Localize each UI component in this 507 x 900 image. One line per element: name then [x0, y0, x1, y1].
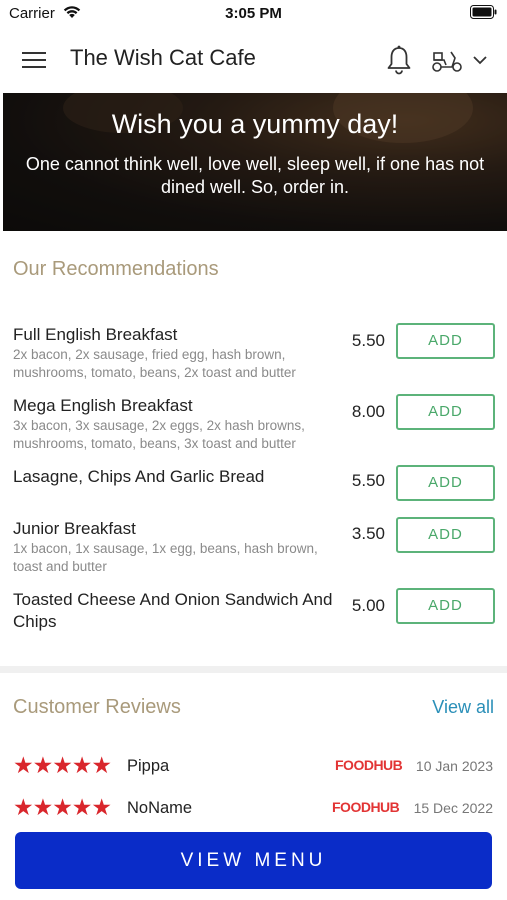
item-name: Full English Breakfast [13, 325, 178, 344]
item-name: Mega English Breakfast [13, 396, 193, 415]
item-name: Lasagne, Chips And Garlic Bread [13, 467, 265, 486]
item-price: 5.50 [351, 331, 385, 350]
star-icon: ★ [32, 795, 54, 821]
recommendations-title: Our Recommendations [13, 258, 219, 280]
foodhub-logo: FOODHUB [332, 799, 400, 815]
view-all-reviews-link[interactable]: View all [432, 697, 494, 718]
hero-banner: Wish you a yummy day! One cannot think w… [3, 93, 507, 231]
chevron-down-icon[interactable] [472, 53, 488, 67]
item-name: Junior Breakfast [13, 519, 136, 538]
review-date: 15 Dec 2022 [413, 800, 493, 816]
star-rating: ★★★★★ [13, 795, 112, 821]
item-price: 3.50 [351, 524, 385, 543]
add-button[interactable]: ADD [396, 588, 495, 624]
star-rating: ★★★★★ [13, 753, 112, 779]
view-menu-button[interactable]: VIEW MENU [15, 832, 492, 889]
reviews-title: Customer Reviews [13, 696, 181, 718]
app-header: The Wish Cat Cafe [0, 30, 507, 92]
section-divider [0, 666, 507, 673]
hamburger-menu-icon[interactable] [22, 49, 48, 71]
restaurant-title: The Wish Cat Cafe [70, 45, 256, 70]
item-description: 2x bacon, 2x sausage, fried egg, hash br… [13, 347, 296, 380]
star-icon: ★ [91, 753, 112, 779]
star-icon: ★ [13, 795, 34, 821]
status-bar: Carrier 3:05 PM [0, 0, 507, 30]
battery-icon [470, 5, 497, 19]
banner-tagline: One cannot think well, love well, sleep … [25, 154, 485, 197]
delivery-scooter-icon[interactable] [430, 46, 464, 74]
reviewer-name: Pippa [127, 757, 170, 775]
star-icon: ★ [52, 753, 73, 779]
item-price: 5.50 [351, 471, 385, 490]
add-button[interactable]: ADD [396, 465, 495, 501]
item-price: 5.00 [351, 596, 385, 615]
item-name: Toasted Cheese And Onion Sandwich And Ch… [13, 590, 333, 631]
add-button[interactable]: ADD [396, 323, 495, 359]
add-button[interactable]: ADD [396, 394, 495, 430]
banner-headline: Wish you a yummy day! [111, 109, 399, 139]
bell-icon[interactable] [385, 44, 413, 76]
clock: 3:05 PM [225, 5, 282, 22]
review-row: ★★★★★ NoName FOODHUB 15 Dec 2022 [0, 795, 507, 824]
star-icon: ★ [32, 753, 54, 779]
review-row: ★★★★★ Pippa FOODHUB 10 Jan 2023 [0, 753, 507, 782]
star-icon: ★ [91, 795, 112, 821]
review-date: 10 Jan 2023 [415, 758, 493, 774]
item-description: 1x bacon, 1x sausage, 1x egg, beans, has… [13, 541, 318, 574]
add-button[interactable]: ADD [396, 517, 495, 553]
item-price: 8.00 [351, 402, 385, 421]
star-icon: ★ [71, 753, 93, 779]
star-icon: ★ [13, 753, 34, 779]
item-description: 3x bacon, 3x sausage, 2x eggs, 2x hash b… [13, 418, 305, 451]
foodhub-logo: FOODHUB [335, 757, 403, 773]
star-icon: ★ [52, 795, 73, 821]
star-icon: ★ [71, 795, 93, 821]
reviewer-name: NoName [127, 799, 193, 817]
